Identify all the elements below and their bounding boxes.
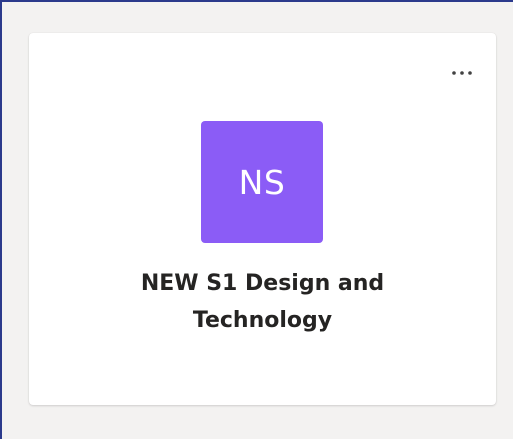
team-initials: NS [238, 162, 286, 202]
more-options-button[interactable] [446, 57, 478, 89]
teams-grid-area: NS NEW S1 Design and Technology [0, 0, 513, 439]
more-horizontal-icon [452, 71, 472, 75]
team-name[interactable]: NEW S1 Design and Technology [89, 265, 436, 339]
team-avatar[interactable]: NS [201, 121, 323, 243]
team-card[interactable]: NS NEW S1 Design and Technology [29, 33, 496, 405]
